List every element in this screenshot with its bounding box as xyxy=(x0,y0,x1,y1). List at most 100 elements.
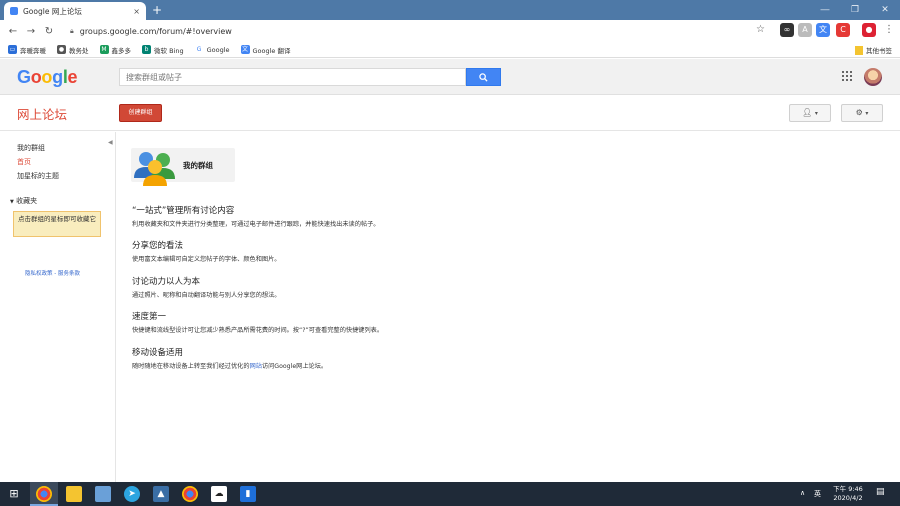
collapse-sidebar-icon[interactable]: ◀ xyxy=(108,139,113,146)
forward-icon[interactable]: → xyxy=(22,26,40,37)
bookmark-label: 微软 Bing xyxy=(154,46,184,55)
photos-icon[interactable]: ▲ xyxy=(153,486,169,502)
bookmark-label: 教务处 xyxy=(69,46,89,55)
bookmark-item[interactable]: G Google xyxy=(194,45,230,54)
gear-icon: ⚙ xyxy=(855,108,863,117)
settings-button[interactable]: ⚙ ▾ xyxy=(841,104,883,122)
close-tab-icon[interactable]: × xyxy=(133,7,140,16)
caret-down-icon: ▼ xyxy=(10,199,14,205)
notes-app-icon[interactable] xyxy=(95,486,111,502)
ime-indicator[interactable]: 英 xyxy=(814,489,821,499)
tray-chevron-up-icon[interactable]: ∧ xyxy=(800,489,805,497)
extension-translate-icon[interactable]: 文 xyxy=(816,23,830,37)
windows-start-icon[interactable]: ⊞ xyxy=(6,486,22,502)
groups-favicon-icon xyxy=(10,7,18,15)
notification-icon[interactable]: ▤ xyxy=(876,487,885,497)
bing-icon: b xyxy=(142,45,151,54)
bookmark-label: 鑫多多 xyxy=(111,46,132,55)
url-text: groups.google.com/forum/#!overview xyxy=(79,26,232,36)
feature-item: 讨论动力以人为本 通过照片、昵称和自动翻译功能与别人分享您的想法。 xyxy=(132,275,281,299)
sidebar-item-home[interactable]: 首页 xyxy=(17,157,31,167)
member-settings-button[interactable]: 👤︎ ▾ xyxy=(789,104,831,122)
google-header: Google 搜索群组或帖子 xyxy=(0,59,900,95)
system-clock[interactable]: 下午 9:46 2020/4/2 xyxy=(826,485,870,503)
search-icon xyxy=(479,73,488,82)
feature-description: 随时随地在移动设备上转至我们经过优化的网站访问Google网上论坛。 xyxy=(132,361,327,370)
sidebar: ◀ 我的群组 首页 加星标的主题 ▼ 收藏夹 点击群组的星标即可收藏它 隐私权政… xyxy=(0,132,116,482)
tab-title: Google 网上论坛 xyxy=(23,6,82,16)
my-groups-label[interactable]: 我的群组 xyxy=(183,160,213,171)
bookmarks-bar: ▭ 奔暖奔暖 ● 教务处 M 鑫多多 b 微软 Bing G Google 文 … xyxy=(0,42,900,58)
chrome-icon[interactable] xyxy=(36,486,52,502)
browser-tab[interactable]: Google 网上论坛 × xyxy=(4,2,146,20)
maximize-icon[interactable]: ❐ xyxy=(840,0,870,20)
feature-title: 分享您的看法 xyxy=(132,241,184,251)
extension-c-icon[interactable]: C xyxy=(836,23,850,37)
address-bar[interactable]: 🔒︎ groups.google.com/forum/#!overview xyxy=(64,22,774,40)
extension-a-icon[interactable]: A xyxy=(798,23,812,37)
chrome-alt-icon[interactable] xyxy=(182,486,198,502)
sidebar-item-starred[interactable]: 加星标的主题 xyxy=(17,171,59,181)
bookmark-item[interactable]: M 鑫多多 xyxy=(99,45,132,55)
back-icon[interactable]: ← xyxy=(4,26,22,37)
bookmark-label: Google xyxy=(206,45,230,54)
search-input[interactable]: 搜索群组或帖子 xyxy=(119,68,466,86)
other-bookmarks-label: 其他书签 xyxy=(866,47,892,55)
feature-title: 移动设备适用 xyxy=(132,348,184,358)
app-icon[interactable]: ▮ xyxy=(240,486,256,502)
feature-description: 使用富文本编辑可自定义您帖子的字体、颜色和图片。 xyxy=(132,256,281,263)
forum-title[interactable]: 网上论坛 xyxy=(17,104,67,123)
people-group-icon xyxy=(134,152,175,186)
cloud-app-icon[interactable]: ☁ xyxy=(211,486,227,502)
forum-toolbar: 网上论坛 创建群组 👤︎ ▾ ⚙ ▾ xyxy=(0,96,900,131)
minimize-icon[interactable]: ― xyxy=(810,0,840,20)
feature-item: “一站式”管理所有讨论内容 利用收藏夹和文件夹进行分类整理，可通过电子邮件进行跟… xyxy=(132,204,380,228)
feature-title: 速度第一 xyxy=(132,312,167,322)
clock-date: 2020/4/2 xyxy=(833,494,863,502)
bookmark-item[interactable]: 文 Google 翻译 xyxy=(240,45,291,55)
bookmark-item[interactable]: b 微软 Bing xyxy=(142,45,184,55)
new-tab-button[interactable]: + xyxy=(150,3,164,17)
close-window-icon[interactable]: ✕ xyxy=(870,0,900,20)
menu-kebab-icon[interactable]: ⋮ xyxy=(884,24,894,35)
reload-icon[interactable]: ↻ xyxy=(40,26,58,37)
favorites-label: 收藏夹 xyxy=(16,197,38,205)
feature-description: 通过照片、昵称和自动翻译功能与别人分享您的想法。 xyxy=(132,292,281,299)
bookmark-item[interactable]: ● 教务处 xyxy=(57,45,89,55)
chevron-down-icon: ▾ xyxy=(865,110,869,117)
file-explorer-icon[interactable] xyxy=(66,486,82,502)
apps-grid-icon[interactable] xyxy=(842,71,852,81)
telegram-icon[interactable]: ➤ xyxy=(124,486,140,502)
search-button[interactable] xyxy=(466,68,501,86)
feature-description-text: 随时随地在移动设备上转至我们经过优化的 xyxy=(132,363,250,370)
google-icon: G xyxy=(194,45,204,54)
sidebar-item-my-groups[interactable]: 我的群组 xyxy=(17,143,45,153)
browser-toolbar: ← → ↻ 🔒︎ groups.google.com/forum/#!overv… xyxy=(0,20,900,42)
lock-icon: 🔒︎ xyxy=(70,26,74,35)
translate-icon: 文 xyxy=(240,45,250,54)
feature-item: 速度第一 快捷键和流线型设计可让您减少熟悉产品所需花费的时间。按“?”可查看完整… xyxy=(132,310,383,334)
feature-item: 分享您的看法 使用富文本编辑可自定义您帖子的字体、颜色和图片。 xyxy=(132,239,281,263)
favorites-heading[interactable]: ▼ 收藏夹 xyxy=(10,196,37,206)
globe-icon: ● xyxy=(57,45,66,54)
feature-title: “一站式”管理所有讨论内容 xyxy=(132,206,235,216)
mobile-site-link[interactable]: 网站 xyxy=(250,363,262,370)
bookmark-star-icon[interactable]: ☆ xyxy=(756,24,765,35)
clock-time: 下午 9:46 xyxy=(833,485,863,493)
feature-item: 移动设备适用 随时随地在移动设备上转至我们经过优化的网站访问Google网上论坛… xyxy=(132,346,327,370)
favorites-tip: 点击群组的星标即可收藏它 xyxy=(13,211,101,237)
avatar[interactable] xyxy=(864,68,882,86)
create-group-button[interactable]: 创建群组 xyxy=(119,104,162,122)
extension-glasses-icon[interactable]: ∞ xyxy=(780,23,794,37)
other-bookmarks[interactable]: 其他书签 xyxy=(855,42,892,58)
feature-description: 快捷键和流线型设计可让您减少熟悉产品所需花费的时间。按“?”可查看完整的快捷键列… xyxy=(132,327,384,334)
bookmark-icon: M xyxy=(99,45,109,54)
extension-shield-icon[interactable]: ● xyxy=(862,23,876,37)
google-logo[interactable]: Google xyxy=(17,67,78,88)
folder-icon xyxy=(855,45,863,55)
privacy-terms-link[interactable]: 隐私权政策 - 服务条款 xyxy=(25,269,80,277)
bookmark-item[interactable]: ▭ 奔暖奔暖 xyxy=(8,45,46,55)
bookmark-label: 奔暖奔暖 xyxy=(20,46,46,55)
bookmark-icon: ▭ xyxy=(8,45,17,54)
feature-title: 讨论动力以人为本 xyxy=(132,277,201,287)
